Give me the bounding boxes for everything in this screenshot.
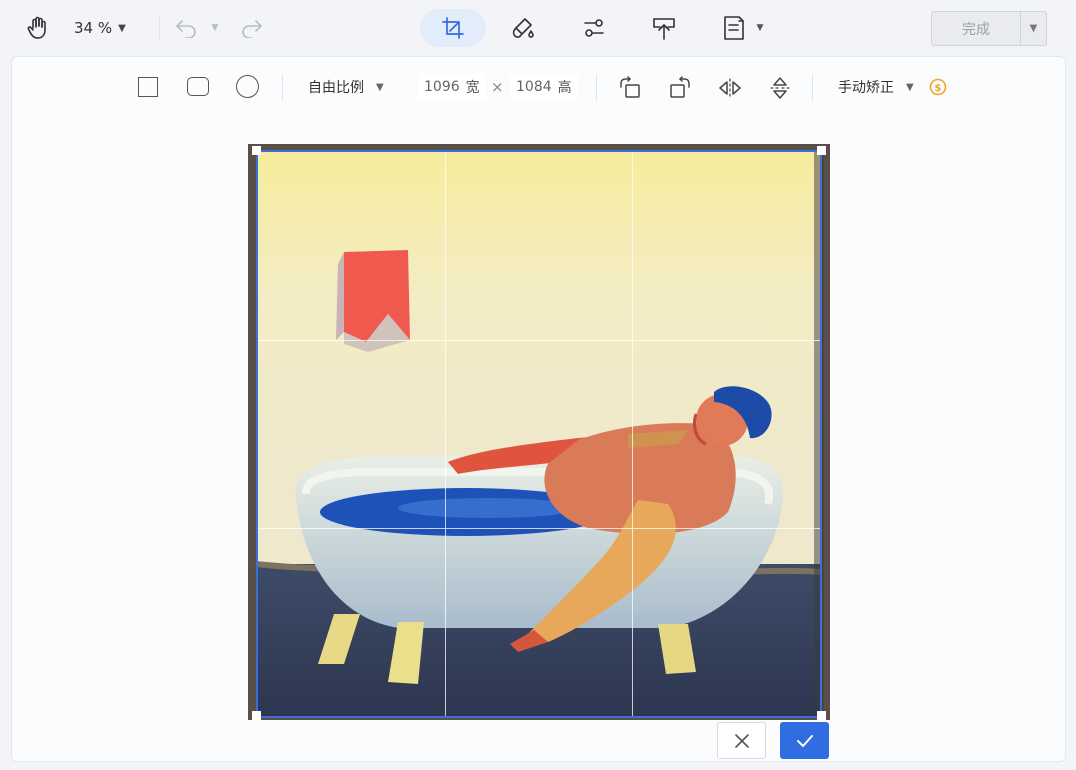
crop-handle-top-left[interactable] — [252, 146, 261, 155]
fill-icon[interactable] — [510, 15, 536, 41]
circle-shape-icon — [236, 75, 259, 98]
confirm-crop-button[interactable] — [780, 722, 829, 759]
aspect-ratio-dropdown[interactable]: 自由比例 ▼ — [308, 77, 384, 97]
crop-handle-bottom-left[interactable] — [252, 711, 261, 720]
editor-panel: 自由比例 ▼ 1096 宽 × 1084 高 手动矫正 ▼ $ — [11, 56, 1066, 762]
divider — [596, 74, 597, 100]
flip-horizontal-icon[interactable] — [717, 75, 743, 101]
width-value: 1096 — [424, 79, 460, 95]
height-value: 1084 — [516, 79, 552, 95]
crop-frame[interactable] — [256, 150, 822, 718]
crop-handle-bottom-right[interactable] — [817, 711, 826, 720]
dimension-times: × — [491, 78, 504, 96]
crop-grid-line — [258, 339, 820, 341]
rotate-right-icon[interactable] — [667, 75, 693, 101]
square-shape-icon — [138, 77, 158, 97]
done-split-button: 完成 ▼ — [931, 11, 1047, 46]
check-icon — [796, 734, 813, 747]
undo-icon[interactable] — [174, 17, 200, 39]
crop-grid-line — [258, 527, 820, 529]
height-unit: 高 — [557, 80, 572, 96]
chevron-down-icon: ▼ — [906, 81, 914, 93]
done-button[interactable]: 完成 — [932, 12, 1021, 45]
main-toolbar: 34 % ▼ ▼ ▼ 完成 ▼ — [0, 0, 1076, 56]
crop-handle-top-right[interactable] — [817, 146, 826, 155]
adjust-icon[interactable] — [581, 16, 607, 40]
aspect-ratio-label: 自由比例 — [308, 80, 364, 96]
chevron-down-icon: ▼ — [118, 22, 126, 34]
rotate-left-icon[interactable] — [617, 75, 643, 101]
close-icon — [734, 733, 749, 748]
crop-grid-line — [632, 152, 634, 716]
divider — [282, 74, 283, 100]
zoom-value: 34 % — [74, 19, 113, 37]
svg-text:$: $ — [935, 83, 942, 94]
divider — [159, 16, 160, 40]
straighten-label: 手动矫正 — [838, 80, 894, 96]
crop-shape-rounded[interactable] — [187, 77, 209, 96]
chevron-down-icon: ▼ — [376, 81, 384, 93]
cancel-crop-button[interactable] — [717, 722, 766, 759]
document-chevron-icon[interactable]: ▼ — [753, 20, 767, 36]
document-icon[interactable] — [721, 15, 747, 41]
width-field[interactable]: 1096 宽 — [418, 74, 486, 100]
crop-icon[interactable] — [440, 16, 466, 40]
height-field[interactable]: 1084 高 — [510, 74, 578, 100]
undo-history-chevron-icon[interactable]: ▼ — [208, 20, 222, 36]
flip-vertical-icon[interactable] — [767, 74, 793, 102]
crop-shape-circle[interactable] — [236, 75, 259, 98]
straighten-dropdown[interactable]: 手动矫正 ▼ — [838, 77, 914, 97]
divider — [812, 74, 813, 100]
crop-grid-line — [445, 152, 447, 716]
crop-canvas[interactable] — [248, 144, 830, 720]
rounded-square-shape-icon — [187, 77, 209, 96]
done-dropdown-chevron-icon[interactable]: ▼ — [1021, 12, 1046, 45]
hand-icon[interactable] — [26, 16, 50, 40]
upload-icon[interactable] — [650, 15, 678, 41]
zoom-control[interactable]: 34 % ▼ — [74, 17, 126, 39]
crop-shape-square[interactable] — [138, 77, 158, 97]
redo-icon[interactable] — [238, 17, 264, 39]
coin-icon: $ — [928, 77, 948, 97]
width-unit: 宽 — [465, 80, 480, 96]
